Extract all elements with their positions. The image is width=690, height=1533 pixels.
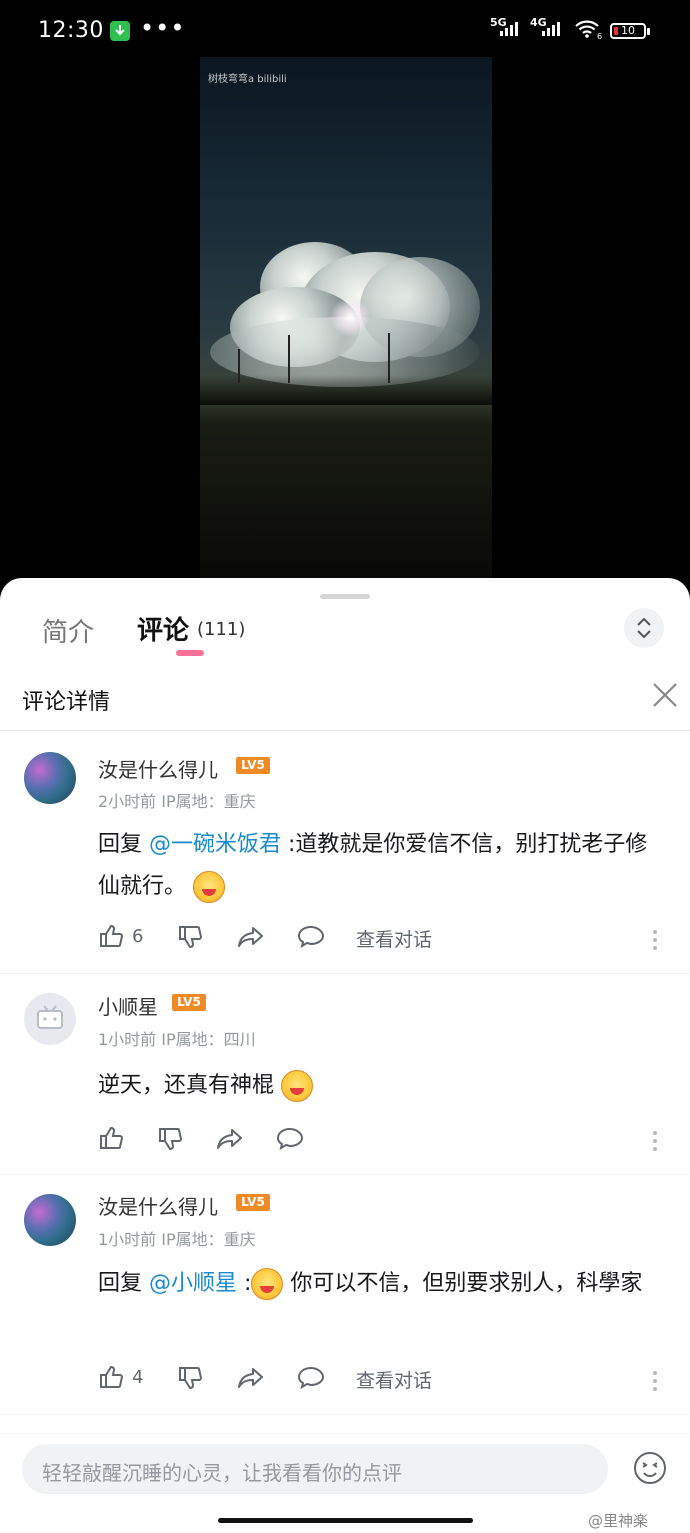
comment-text-a: : (237, 1271, 252, 1296)
divider (0, 1174, 690, 1175)
avatar[interactable] (24, 993, 76, 1045)
dislike-button[interactable] (157, 1126, 183, 1152)
drag-handle[interactable] (320, 594, 370, 599)
comment-body: 回复 @小顺星 : 你可以不信，但别要求别人，科學家 (98, 1263, 668, 1305)
thumbs-up-icon (100, 924, 124, 947)
comment-body: 回复 @一碗米饭君 :道教就是你爱信不信，别打扰老子修仙就行。 (98, 824, 668, 908)
username[interactable]: 小顺星 (98, 991, 158, 1020)
status-time: 12:30 (38, 18, 104, 43)
level-badge: LV5 (236, 1194, 270, 1211)
status-bar: 12:30 ••• 5G 4G 6 10 (0, 0, 690, 60)
tab-intro[interactable]: 简介 (42, 612, 94, 649)
horizon (200, 375, 492, 405)
avatar[interactable] (24, 1194, 76, 1246)
reply-button[interactable] (297, 925, 325, 949)
signal-icon-2 (542, 22, 560, 36)
dislike-button[interactable] (177, 1365, 203, 1391)
thumbs-down-icon (179, 1367, 203, 1390)
close-button[interactable] (650, 680, 680, 710)
comment-input-placeholder: 轻轻敲醒沉睡的心灵，让我看看你的点评 (42, 1461, 402, 1485)
battery-level: 10 (621, 24, 635, 37)
view-conversation-link[interactable]: 查看对话 (356, 1366, 432, 1393)
expand-collapse-button[interactable] (624, 608, 664, 648)
username[interactable]: 汝是什么得儿 (98, 1191, 218, 1220)
download-icon (110, 21, 130, 41)
corner-watermark: @里神楽 (588, 1512, 649, 1530)
wifi-badge: 6 (597, 32, 603, 41)
more-notifications-icon: ••• (140, 14, 186, 42)
like-button[interactable] (98, 1125, 124, 1151)
divider (0, 973, 690, 974)
thumbs-down-icon (179, 926, 203, 949)
comment-text: 逆天，还真有神棍 (98, 1073, 275, 1098)
reply-button[interactable] (297, 1366, 325, 1390)
emoji-face-icon (634, 1452, 666, 1484)
more-options-icon[interactable] (653, 930, 657, 954)
comment-text-b: 你可以不信，但别要求别人，科學家 (283, 1271, 643, 1296)
video-watermark: 树枝弯弯a bilibili (208, 74, 287, 85)
mention-link[interactable]: @小顺星 (149, 1271, 237, 1296)
like-count: 4 (132, 1366, 144, 1388)
divider (0, 1433, 690, 1434)
reply-prefix: 回复 (98, 1271, 149, 1296)
divider (0, 1414, 690, 1415)
signal-icon (500, 22, 518, 36)
comment-panel: 简介 评论 (111) 评论详情 汝是什么得儿 LV5 2小时前 IP属地：重庆… (0, 578, 690, 1533)
thumbs-down-icon (159, 1128, 183, 1151)
share-button[interactable] (216, 1127, 244, 1151)
level-badge: LV5 (236, 757, 270, 774)
level-badge: LV5 (172, 994, 206, 1011)
emoji-icon (193, 871, 226, 903)
close-icon (653, 683, 677, 707)
comment-count: (111) (197, 619, 246, 640)
lightning-flash (330, 297, 370, 337)
comment-body: 逆天，还真有神棍 (98, 1065, 668, 1107)
detail-title: 评论详情 (22, 690, 111, 715)
thumbs-up-icon (100, 1126, 124, 1149)
like-count: 6 (132, 925, 144, 947)
chevron-up-down-icon (637, 617, 651, 639)
battery-cap (647, 28, 650, 35)
home-indicator[interactable] (218, 1518, 473, 1523)
active-tab-indicator (176, 650, 204, 656)
emoji-picker-button[interactable] (632, 1450, 668, 1486)
share-icon (238, 927, 263, 947)
mention-link[interactable]: @一碗米饭君 (149, 832, 281, 857)
comment-icon (297, 1366, 325, 1390)
share-button[interactable] (237, 925, 265, 949)
more-options-icon[interactable] (653, 1371, 657, 1395)
avatar[interactable] (24, 752, 76, 804)
like-button[interactable]: 4 (98, 1364, 143, 1390)
share-button[interactable] (237, 1366, 265, 1390)
dislike-button[interactable] (177, 924, 203, 950)
reply-prefix: 回复 (98, 832, 149, 857)
reply-button[interactable] (276, 1127, 304, 1151)
tab-comments[interactable]: 评论 (137, 610, 189, 647)
more-options-icon[interactable] (653, 1131, 657, 1155)
comment-meta: 2小时前 IP属地：重庆 (98, 792, 256, 811)
comment-input[interactable]: 轻轻敲醒沉睡的心灵，让我看看你的点评 (22, 1444, 608, 1494)
comment-meta: 1小时前 IP属地：重庆 (98, 1230, 256, 1249)
battery-icon: 10 (610, 23, 646, 39)
share-icon (217, 1129, 242, 1149)
like-button[interactable]: 6 (98, 923, 143, 949)
emoji-icon (251, 1268, 284, 1300)
comment-icon (297, 925, 325, 949)
share-icon (238, 1368, 263, 1388)
username[interactable]: 汝是什么得儿 (98, 754, 218, 783)
default-avatar-icon (37, 1005, 63, 1029)
video-player[interactable]: 树枝弯弯a bilibili (200, 57, 492, 580)
comment-meta: 1小时前 IP属地：四川 (98, 1030, 256, 1049)
divider (0, 730, 690, 731)
emoji-icon (281, 1070, 314, 1102)
view-conversation-link[interactable]: 查看对话 (356, 925, 432, 952)
thumbs-up-icon (100, 1365, 124, 1388)
comment-icon (276, 1127, 304, 1151)
